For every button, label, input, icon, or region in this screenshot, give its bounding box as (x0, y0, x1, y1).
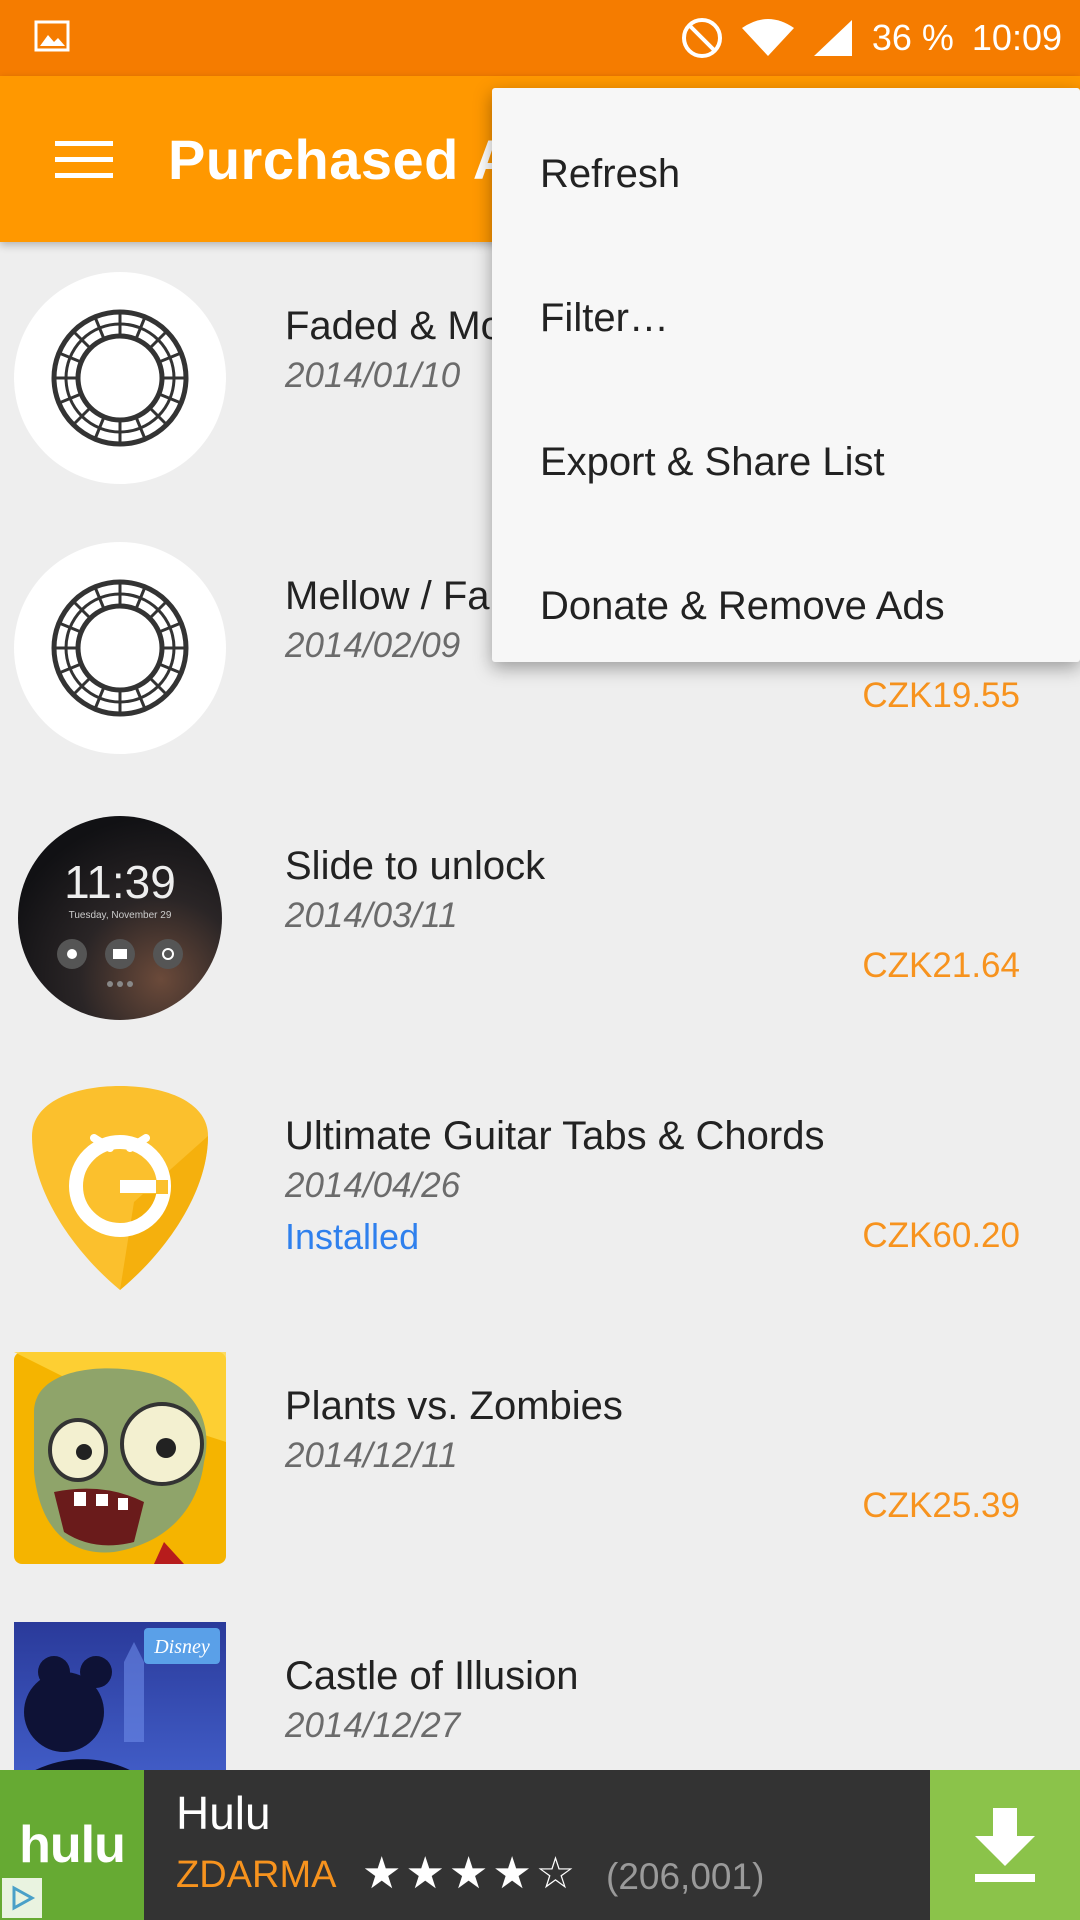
do-not-disturb-icon (680, 16, 724, 60)
purchase-date: 2014/01/10 (285, 356, 461, 395)
app-price: CZK19.55 (862, 676, 1020, 715)
menu-item-donate-remove-ads[interactable]: Donate & Remove Ads (492, 534, 1080, 678)
menu-item-export-share[interactable]: Export & Share List (492, 390, 1080, 534)
app-name: Castle of Illusion (285, 1654, 579, 1698)
hamburger-menu-icon[interactable] (0, 76, 168, 242)
overflow-menu: Refresh Filter… Export & Share List Dona… (492, 88, 1080, 662)
disney-badge: Disney (153, 1636, 210, 1658)
ad-choices-icon[interactable] (2, 1878, 42, 1918)
purchase-date: 2014/02/09 (285, 626, 461, 665)
signal-icon (812, 18, 854, 58)
list-item[interactable]: Disney Castle of Illusion 2014/12/27 (0, 1592, 1080, 1770)
image-icon (34, 20, 70, 57)
app-name: Slide to unlock (285, 844, 546, 888)
clock: 10:09 (971, 17, 1062, 58)
purchase-date: 2014/12/11 (285, 1436, 458, 1475)
castle-of-illusion-icon: Disney (14, 1622, 226, 1770)
ad-price: ZDARMA (176, 1854, 337, 1896)
rating-count: (206,001) (606, 1856, 765, 1897)
app-price: CZK60.20 (862, 1216, 1020, 1255)
ad-app-name: Hulu (176, 1787, 271, 1839)
list-item[interactable]: 11:39 Tuesday, November 29 Slide to unlo… (0, 782, 1080, 1052)
app-name: Ultimate Guitar Tabs & Chords (285, 1114, 825, 1158)
app-name: Plants vs. Zombies (285, 1384, 623, 1428)
vsco-icon (14, 272, 226, 484)
battery-text: 36 % (871, 17, 954, 58)
app-name: Faded & Mo (285, 304, 503, 348)
list-item[interactable]: Ultimate Guitar Tabs & Chords 2014/04/26… (0, 1052, 1080, 1322)
purchase-date: 2014/04/26 (285, 1166, 461, 1205)
wifi-icon (741, 18, 794, 58)
ultimate-guitar-icon (14, 1082, 226, 1294)
hulu-logo-text: hulu (19, 1816, 126, 1874)
download-icon (975, 1808, 1035, 1882)
purchase-date: 2014/12/27 (285, 1706, 461, 1745)
vsco-icon (14, 542, 226, 754)
app-price: CZK21.64 (862, 946, 1020, 985)
menu-item-refresh[interactable]: Refresh (492, 102, 1080, 246)
lock-date: Tuesday, November 29 (69, 910, 172, 921)
list-item[interactable]: Plants vs. Zombies 2014/12/11 CZK25.39 (0, 1322, 1080, 1592)
rating-stars-icon: ★★★★☆ (362, 1849, 580, 1898)
slide-to-unlock-icon: 11:39 Tuesday, November 29 (14, 812, 226, 1024)
installed-status: Installed (285, 1216, 420, 1257)
purchase-date: 2014/03/11 (285, 896, 458, 935)
plants-vs-zombies-icon (14, 1352, 226, 1564)
ad-banner[interactable]: hulu Hulu ZDARMA ★★★★☆ (206,001) (0, 1770, 1080, 1920)
app-name: Mellow / Fa (285, 574, 490, 618)
app-price: CZK25.39 (862, 1486, 1020, 1525)
status-bar: 36 % 10:09 (0, 0, 1080, 76)
download-button[interactable] (930, 1770, 1080, 1920)
lock-time: 11:39 (64, 856, 176, 908)
menu-item-filter[interactable]: Filter… (492, 246, 1080, 390)
